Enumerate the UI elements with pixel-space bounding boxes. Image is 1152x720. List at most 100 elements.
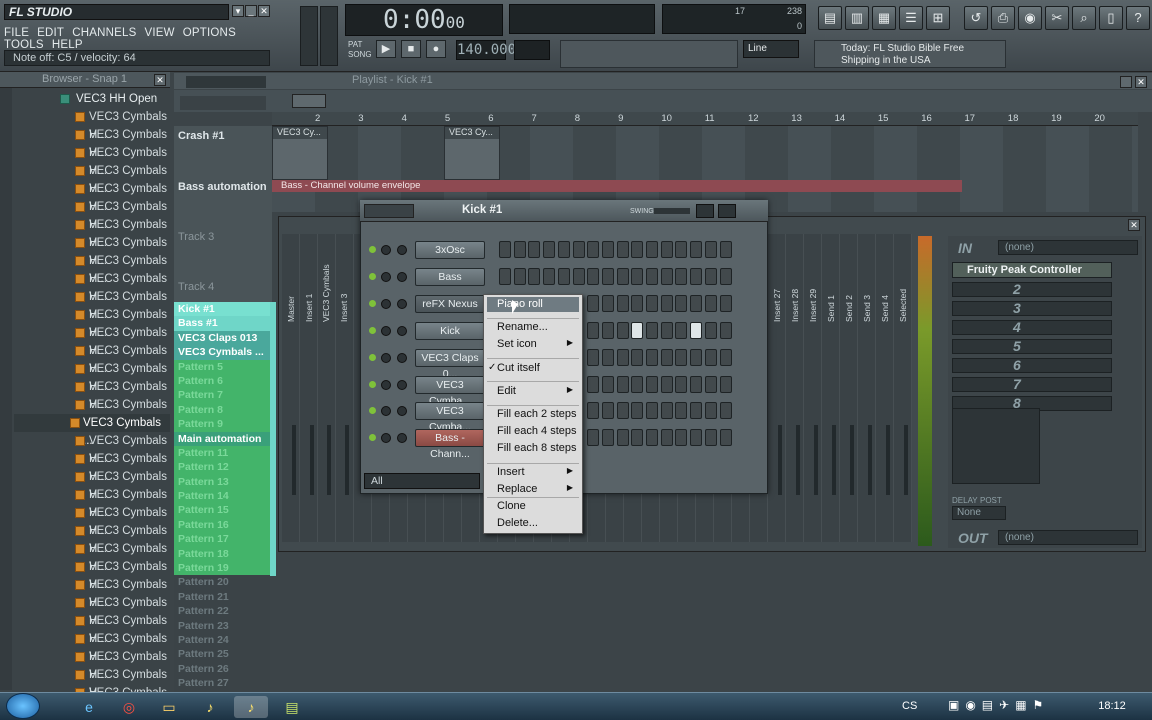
track-name-1[interactable]: Crash #1 <box>178 130 224 142</box>
browser-item[interactable]: VEC3 Cymbals H... <box>14 126 170 159</box>
pattern-item[interactable]: Pattern 5 <box>174 359 270 374</box>
fx-slot[interactable]: 7 <box>952 377 1112 392</box>
pattern-item[interactable]: Main automation <box>174 431 270 446</box>
tool-buttons-panel[interactable] <box>560 40 738 68</box>
mixer-fader[interactable] <box>310 425 314 495</box>
step-button[interactable] <box>660 294 673 312</box>
step-button[interactable] <box>528 267 541 285</box>
step-button[interactable] <box>631 375 644 393</box>
step-button[interactable] <box>660 348 673 366</box>
step-button[interactable] <box>704 429 717 447</box>
pattern-item[interactable]: Pattern 21 <box>174 589 270 605</box>
browser-item[interactable]: VEC3 Cymbals H... <box>14 558 170 591</box>
pattern-item[interactable]: Bass #1 <box>174 316 270 331</box>
step-button[interactable] <box>704 241 717 258</box>
step-button[interactable] <box>601 241 614 258</box>
step-button[interactable] <box>631 241 644 258</box>
mixer-strip-label[interactable]: Insert 27 <box>772 262 788 322</box>
render-icon[interactable]: ◉ <box>1018 6 1042 30</box>
volume-knob[interactable] <box>397 352 407 363</box>
ie-icon[interactable]: e <box>72 696 106 718</box>
song-mode-label[interactable]: SONG <box>348 50 372 59</box>
record-button[interactable]: ● <box>426 40 446 58</box>
step-button[interactable] <box>601 429 614 447</box>
step-button[interactable] <box>675 321 688 339</box>
channel-led[interactable] <box>369 299 376 307</box>
step-button[interactable] <box>543 241 556 258</box>
step-button[interactable] <box>631 321 644 339</box>
context-menu-item[interactable]: Delete... <box>497 517 577 529</box>
step-button[interactable] <box>704 348 717 366</box>
start-button[interactable] <box>6 693 40 719</box>
stop-button[interactable]: ■ <box>401 40 421 58</box>
step-button[interactable] <box>675 348 688 366</box>
playlist-close-icon[interactable]: ✕ <box>1135 76 1147 88</box>
close-icon[interactable]: ✕ <box>258 5 270 17</box>
undo-icon[interactable]: ↺ <box>964 6 988 30</box>
channel-button[interactable]: VEC3 Cymba... <box>415 402 485 433</box>
mixer-strip-label[interactable]: Insert 29 <box>808 262 824 322</box>
browser-icon[interactable]: ☰ <box>899 6 923 30</box>
explorer-icon[interactable]: ▭ <box>152 696 186 718</box>
step-button[interactable] <box>660 375 673 393</box>
channel-led[interactable] <box>369 272 376 280</box>
mixer-strip-label[interactable]: Selected <box>898 262 914 322</box>
step-button[interactable] <box>513 267 526 285</box>
step-button[interactable] <box>572 241 585 258</box>
eq-display[interactable] <box>952 408 1040 484</box>
menu-channels[interactable]: CHANNELS <box>72 27 136 39</box>
browser-item[interactable]: VEC3 Cymbals H... <box>14 486 170 519</box>
pattern-item[interactable]: Pattern 9 <box>174 417 270 432</box>
news-panel[interactable]: Today: FL Studio Bible Free Shipping in … <box>814 40 1006 68</box>
step-button[interactable] <box>616 348 629 366</box>
pattern-item[interactable]: Pattern 22 <box>174 604 270 619</box>
pan-knob[interactable] <box>381 379 391 390</box>
graph-editor-icon[interactable] <box>696 204 714 218</box>
step-button[interactable] <box>675 267 688 285</box>
playlist-tool-icons[interactable] <box>186 76 266 88</box>
playlist-icon[interactable]: ▤ <box>818 6 842 30</box>
context-menu-item[interactable]: Fill each 2 steps <box>497 408 577 420</box>
pattern-item[interactable]: Pattern 25 <box>174 647 270 662</box>
channel-button[interactable]: VEC3 Claps 0... <box>415 348 485 380</box>
automation-clip[interactable]: Bass - Channel volume envelope <box>272 180 962 192</box>
rack-tool-buttons[interactable] <box>364 204 414 218</box>
browser-item[interactable]: VEC3 Cymbals H... <box>14 234 170 267</box>
tempo-display[interactable]: 140.000 <box>456 40 516 60</box>
help-icon[interactable]: ? <box>1126 6 1150 30</box>
post-label[interactable]: POST <box>980 496 1002 505</box>
step-button[interactable] <box>646 267 658 285</box>
clock[interactable]: 18:12 <box>1092 696 1132 716</box>
pattern-item[interactable]: Pattern 24 <box>174 632 270 648</box>
context-menu-item[interactable]: Insert ▶ <box>497 466 577 478</box>
step-button[interactable] <box>675 241 688 258</box>
menu-icon[interactable]: ▾ <box>232 5 244 17</box>
snap-selector[interactable]: Line <box>743 40 799 58</box>
context-menu-item[interactable]: Fill each 4 steps <box>497 425 577 437</box>
step-button[interactable] <box>616 429 629 447</box>
pattern-item[interactable]: Pattern 11 <box>174 445 270 461</box>
pattern-item[interactable]: Pattern 18 <box>174 546 270 562</box>
step-button[interactable] <box>646 375 658 393</box>
browser-folder[interactable]: VEC3 HH Open <box>14 90 170 108</box>
mixer-fader[interactable] <box>832 425 836 495</box>
step-button[interactable] <box>528 241 541 258</box>
step-button[interactable] <box>557 267 570 285</box>
channel-button[interactable]: 3xOsc <box>415 241 485 259</box>
step-button[interactable] <box>543 267 556 285</box>
browser-item[interactable]: VEC3 Cymbals H... <box>14 576 170 609</box>
step-button[interactable] <box>557 241 570 258</box>
document-icon[interactable]: ▯ <box>1099 6 1123 30</box>
volume-knob[interactable] <box>397 271 407 282</box>
notes-icon[interactable]: ▤ <box>275 696 309 718</box>
browser-item[interactable]: VEC3 Cymbals H... <box>14 342 170 375</box>
step-button[interactable] <box>601 267 614 285</box>
browser-item[interactable]: VEC3 Cymbals H... <box>14 432 170 465</box>
fx-slot[interactable]: 6 <box>952 358 1112 373</box>
mixer-fader[interactable] <box>778 425 782 495</box>
step-button[interactable] <box>587 267 600 285</box>
step-button[interactable] <box>719 321 732 339</box>
context-menu-item[interactable]: Clone <box>497 500 577 512</box>
step-button[interactable] <box>660 321 673 339</box>
step-sequencer-icon[interactable]: ▥ <box>845 6 869 30</box>
